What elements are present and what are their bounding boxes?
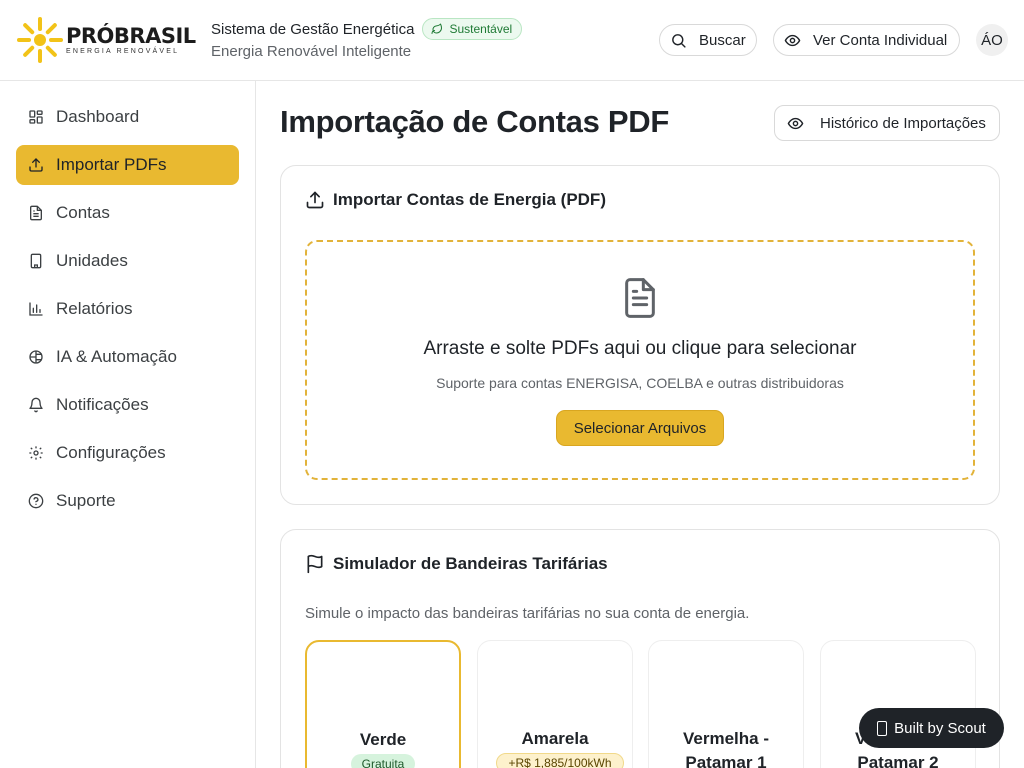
sidebar-item-suporte[interactable]: Suporte — [16, 481, 239, 521]
search-icon — [672, 33, 686, 48]
badge-label: Sustentável — [449, 22, 513, 36]
scout-icon — [877, 720, 888, 736]
app-title: Sistema de Gestão Energética — [211, 20, 415, 38]
search-button[interactable]: Buscar — [659, 24, 757, 56]
built-by-scout-button[interactable]: Built by Scout — [859, 708, 1004, 748]
sidebar-item-label: Configurações — [56, 443, 166, 462]
leaf-icon — [431, 23, 443, 34]
app-header: PRÓBRASIL ENERGIA RENOVÁVEL Sistema de G… — [0, 0, 1024, 81]
upload-card: Importar Contas de Energia (PDF) Arraste… — [280, 165, 1000, 505]
brain-icon — [29, 350, 43, 364]
upload-icon — [29, 158, 43, 172]
sidebar-item-label: Suporte — [56, 491, 116, 510]
upload-icon — [306, 191, 324, 209]
search-label: Buscar — [699, 31, 746, 49]
import-history-button[interactable]: Histórico de Importações — [774, 105, 1000, 141]
upload-card-title-text: Importar Contas de Energia (PDF) — [333, 190, 606, 209]
bar-chart-icon — [29, 302, 43, 316]
app-subtitle: Energia Renovável Inteligente — [211, 43, 412, 60]
flag-option-pill: Gratuita — [351, 754, 415, 768]
sidebar-item-unidades[interactable]: Unidades — [16, 241, 239, 281]
sidebar-item-label: Dashboard — [56, 107, 140, 126]
eye-icon — [787, 117, 804, 129]
flag-option-name: Verde — [359, 730, 407, 749]
sidebar-item-contas[interactable]: Contas — [16, 193, 239, 233]
page-title: Importação de Contas PDF — [280, 104, 669, 139]
import-history-label: Histórico de Importações — [820, 114, 986, 132]
file-text-icon — [625, 278, 655, 318]
help-icon — [28, 493, 44, 509]
sidebar-item-label: Importar PDFs — [56, 155, 167, 174]
dropzone-subtitle: Suporte para contas ENERGISA, COELBA e o… — [436, 375, 844, 391]
gear-icon — [29, 446, 43, 460]
sidebar-item-label: Relatórios — [56, 299, 133, 318]
sun-logo-icon — [17, 17, 63, 63]
view-account-button[interactable]: Ver Conta Individual — [773, 24, 960, 56]
flag-option-vermelha-1[interactable]: Vermelha - Patamar 1 — [648, 640, 804, 768]
logo-tagline: ENERGIA RENOVÁVEL — [66, 48, 180, 55]
flag-option-vermelha-2[interactable]: Vermelha - Patamar 2 — [820, 640, 976, 768]
dashboard-icon — [29, 110, 43, 124]
pdf-dropzone[interactable]: Arraste e solte PDFs aqui ou clique para… — [305, 240, 975, 480]
bell-icon — [29, 397, 43, 413]
sidebar-item-label: IA & Automação — [56, 347, 177, 366]
sidebar-item-label: Contas — [56, 203, 110, 222]
building-icon — [30, 253, 42, 269]
sidebar-item-label: Notificações — [56, 395, 149, 414]
sidebar-item-ia-automacao[interactable]: IA & Automação — [16, 337, 239, 377]
document-icon — [30, 205, 42, 221]
flags-card-title: Simulador de Bandeiras Tarifárias — [305, 554, 608, 574]
flags-card-title-text: Simulador de Bandeiras Tarifárias — [333, 554, 608, 573]
view-account-label: Ver Conta Individual — [813, 31, 948, 49]
sidebar-item-import-pdfs[interactable]: Importar PDFs — [16, 145, 239, 185]
logo-wordmark: PRÓBRASIL — [66, 24, 196, 48]
flags-description: Simule o impacto das bandeiras tarifária… — [305, 605, 750, 622]
sustainable-badge: Sustentável — [422, 18, 523, 40]
flag-option-name: Amarela — [521, 729, 589, 748]
flag-option-verde[interactable]: Verde Gratuita — [305, 640, 461, 768]
select-files-button[interactable]: Selecionar Arquivos — [556, 410, 724, 446]
flag-option-amarela[interactable]: Amarela +R$ 1,885/100kWh — [477, 640, 633, 768]
sidebar-item-configuracoes[interactable]: Configurações — [16, 433, 239, 473]
scout-label: Built by Scout — [894, 719, 986, 737]
sidebar-item-notificacoes[interactable]: Notificações — [16, 385, 239, 425]
sidebar-item-relatorios[interactable]: Relatórios — [16, 289, 239, 329]
dropzone-title: Arraste e solte PDFs aqui ou clique para… — [423, 338, 857, 359]
sidebar-item-label: Unidades — [56, 251, 128, 270]
eye-icon — [784, 34, 801, 46]
probrasil-logo[interactable]: PRÓBRASIL ENERGIA RENOVÁVEL — [16, 15, 196, 65]
user-avatar[interactable]: ÁO — [976, 24, 1008, 56]
sidebar: Dashboard Importar PDFs Contas Unidades … — [0, 81, 256, 768]
sidebar-item-dashboard[interactable]: Dashboard — [16, 97, 239, 137]
flag-option-pill: +R$ 1,885/100kWh — [496, 753, 624, 768]
app-title-block: Sistema de Gestão Energética Sustentável… — [211, 18, 523, 60]
flag-icon — [307, 554, 323, 574]
flag-option-name: Vermelha - Patamar 1 — [683, 729, 769, 768]
upload-card-title: Importar Contas de Energia (PDF) — [305, 190, 606, 210]
